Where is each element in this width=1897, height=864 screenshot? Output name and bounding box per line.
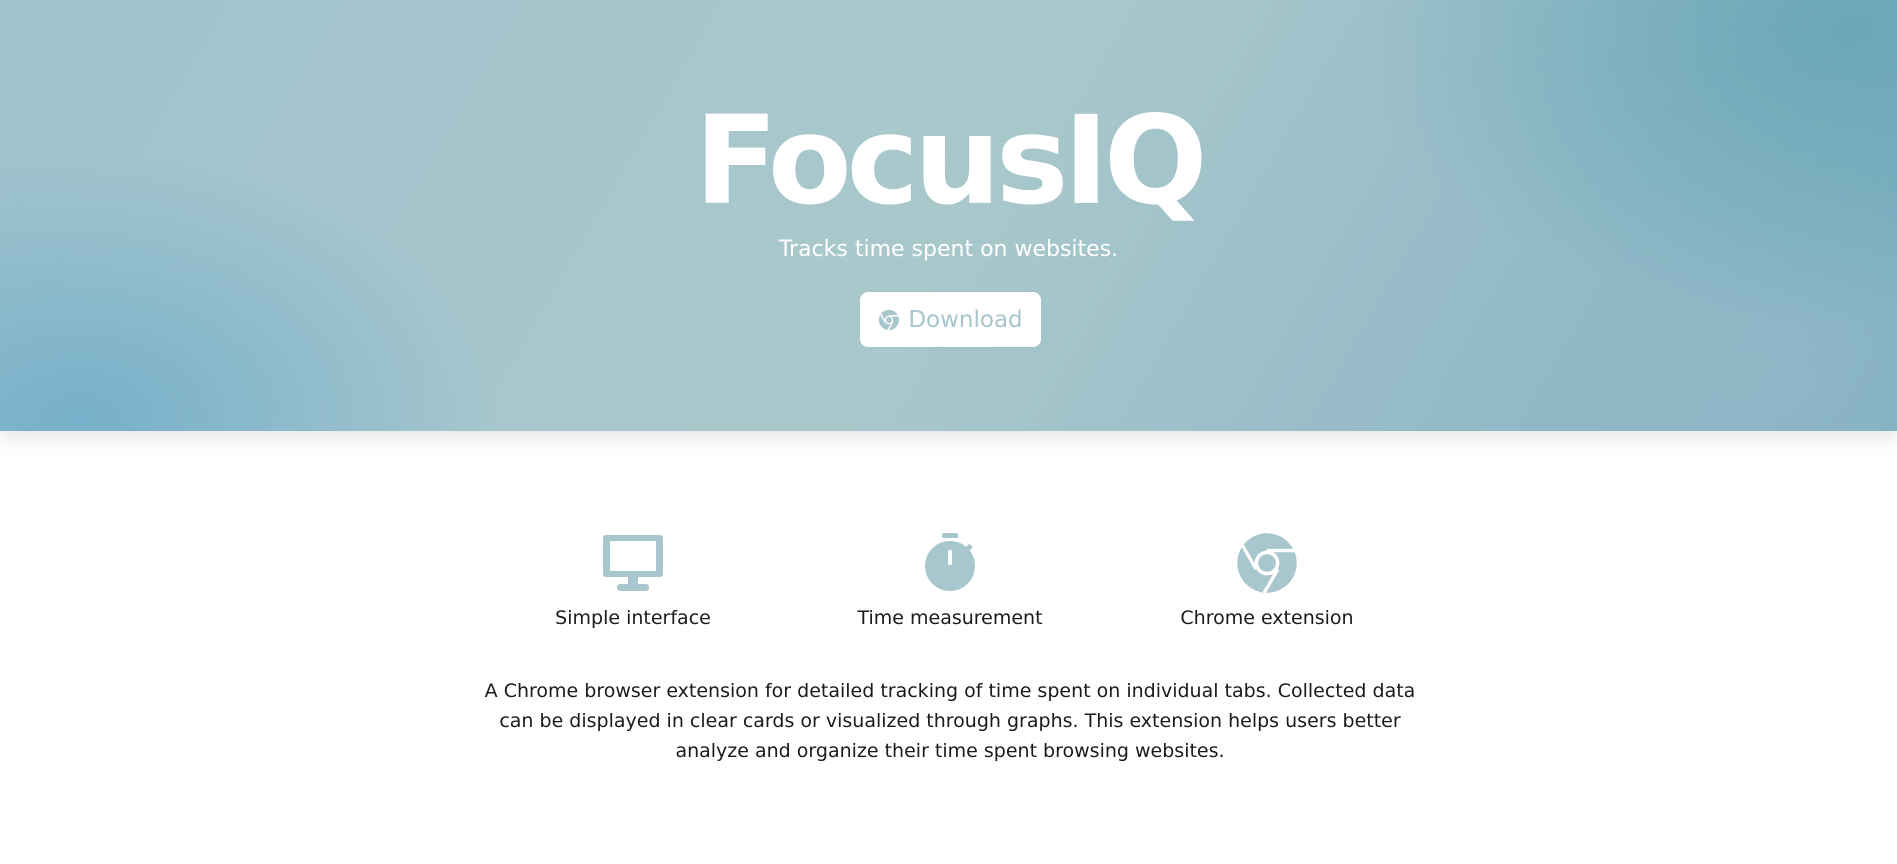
- download-button-label: Download: [908, 306, 1023, 333]
- monitor-icon: [503, 532, 763, 594]
- description-text: A Chrome browser extension for detailed …: [484, 680, 1416, 762]
- download-button[interactable]: Download: [860, 292, 1041, 347]
- page-title: FocusIQ: [694, 90, 1207, 232]
- chrome-icon: [1137, 532, 1397, 594]
- hero-subtitle: Tracks time spent on websites.: [778, 237, 1119, 262]
- hero-banner: FocusIQ Tracks time spent on websites. D…: [0, 0, 1897, 431]
- feature-chrome-extension: Chrome extension: [1137, 532, 1397, 630]
- feature-label: Simple interface: [555, 607, 711, 629]
- feature-simple-interface: Simple interface: [503, 532, 763, 630]
- chrome-icon: [878, 309, 900, 331]
- stopwatch-icon: [820, 532, 1080, 594]
- features-row: Simple interface Time measurement Chrome: [0, 532, 1897, 642]
- feature-time-measurement: Time measurement: [820, 532, 1080, 630]
- feature-label: Time measurement: [857, 607, 1043, 629]
- feature-label: Chrome extension: [1180, 607, 1354, 629]
